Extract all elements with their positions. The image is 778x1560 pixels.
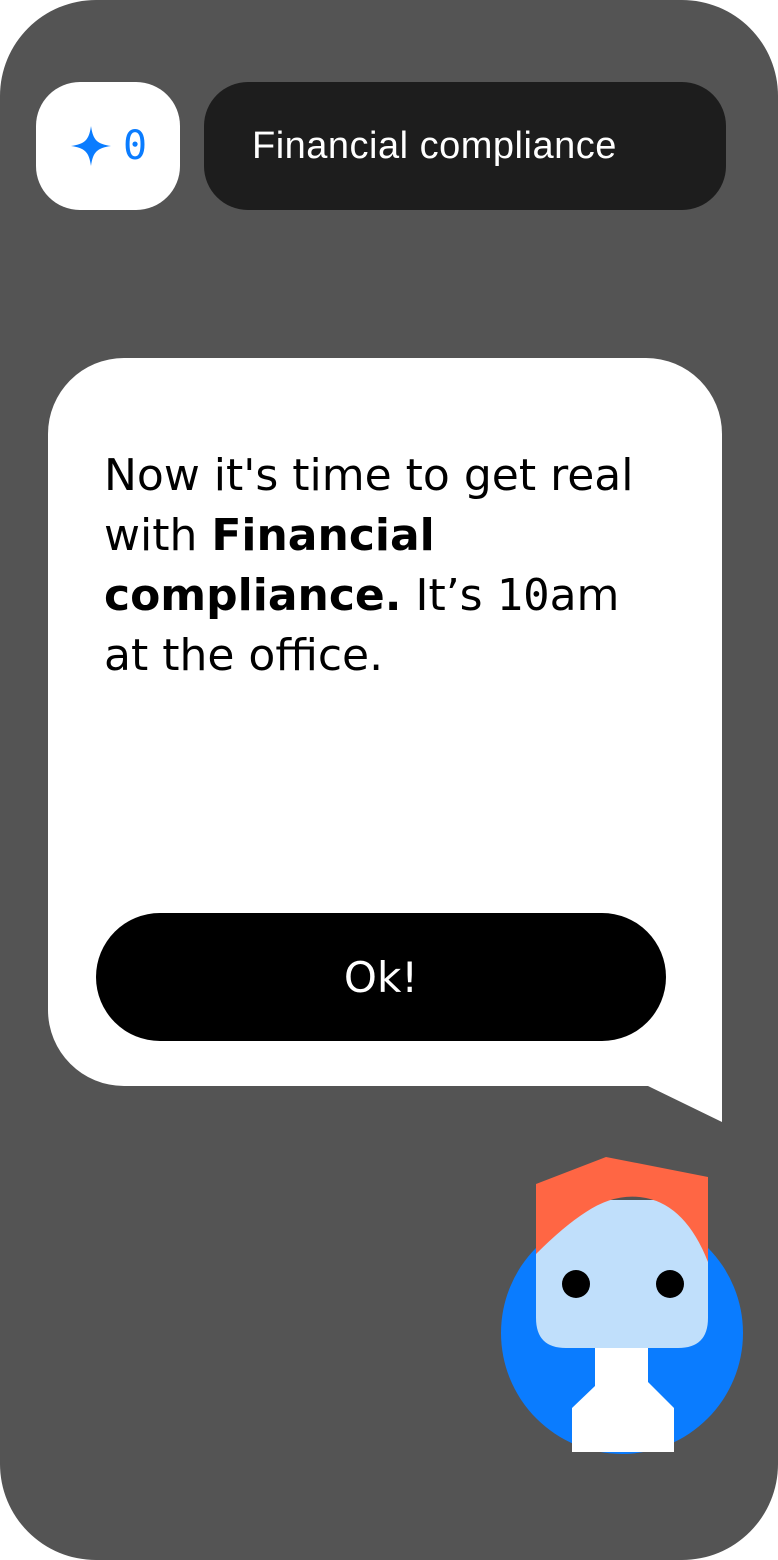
topic-title-pill: Financial compliance [204, 82, 726, 210]
speech-bubble: Now it's time to get real with Financial… [48, 358, 722, 1086]
avatar-right-eye [656, 1270, 684, 1298]
topic-title: Financial compliance [252, 124, 617, 167]
message-time: 10 [496, 570, 550, 621]
character-avatar-icon [501, 1157, 743, 1454]
message-text: It’s [401, 570, 497, 621]
score-badge: 0 [36, 82, 180, 210]
score-value: 0 [122, 123, 148, 169]
app-screen: 0 Financial compliance Now it's time to … [0, 0, 778, 1560]
dialog-message: Now it's time to get real with Financial… [104, 446, 664, 686]
sparkle-icon [69, 124, 113, 168]
avatar-left-eye [562, 1270, 590, 1298]
ok-button[interactable]: Ok! [96, 913, 666, 1041]
